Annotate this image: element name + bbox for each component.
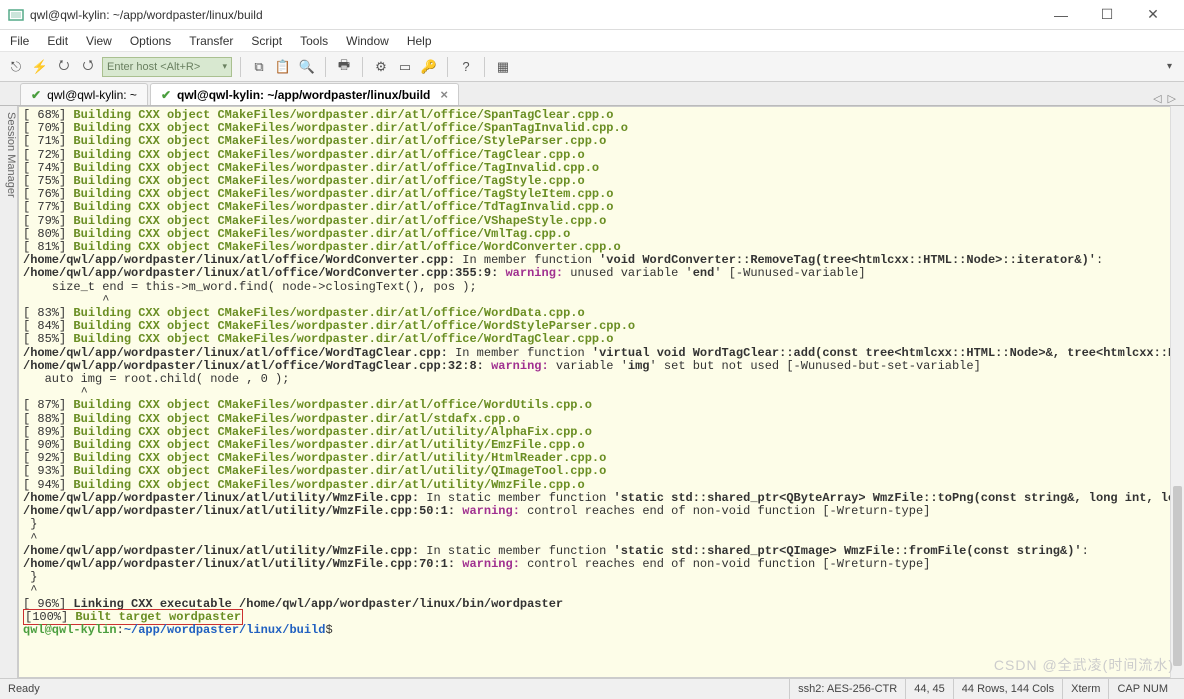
menu-transfer[interactable]: Transfer (189, 34, 233, 48)
tab-label: qwl@qwl-kylin: ~/app/wordpaster/linux/bu… (177, 88, 430, 102)
grid-icon[interactable]: ▦ (493, 57, 513, 77)
settings-icon[interactable]: ⚙ (371, 57, 391, 77)
watermark: CSDN @全武凌(时间流水) (994, 655, 1174, 675)
host-input[interactable]: Enter host <Alt+R> ▾ (102, 57, 232, 77)
statusbar: Ready ssh2: AES-256-CTR 44, 45 44 Rows, … (0, 678, 1184, 699)
status-size: 44 Rows, 144 Cols (953, 679, 1062, 699)
status-connection: ssh2: AES-256-CTR (789, 679, 905, 699)
app-icon (8, 7, 24, 23)
status-ready: Ready (8, 683, 789, 695)
tab-next-icon[interactable]: ▷ (1168, 92, 1176, 105)
menu-edit[interactable]: Edit (47, 34, 68, 48)
menubar: File Edit View Options Transfer Script T… (0, 30, 1184, 52)
check-icon: ✔ (161, 88, 171, 102)
tab-prev-icon[interactable]: ◁ (1153, 92, 1161, 105)
session-icon[interactable]: ▭ (395, 57, 415, 77)
tab-label: qwl@qwl-kylin: ~ (47, 88, 137, 102)
print-icon[interactable]: 🖶 (334, 57, 354, 77)
window-controls: — ☐ ✕ (1038, 0, 1176, 30)
close-button[interactable]: ✕ (1130, 0, 1176, 30)
reconnect-icon[interactable]: ⭮ (54, 57, 74, 77)
minimize-button[interactable]: — (1038, 0, 1084, 30)
disconnect-icon[interactable]: ⭯ (78, 57, 98, 77)
menu-view[interactable]: View (86, 34, 112, 48)
paste-icon[interactable]: 📋 (273, 57, 293, 77)
toolbar: ⎋ ⚡ ⭮ ⭯ Enter host <Alt+R>▾ ⧉ 📋 🔍 🖶 ⚙ ▭ … (0, 52, 1184, 82)
menu-file[interactable]: File (10, 34, 29, 48)
menu-script[interactable]: Script (251, 34, 282, 48)
help-icon[interactable]: ? (456, 57, 476, 77)
maximize-button[interactable]: ☐ (1084, 0, 1130, 30)
window-title: qwl@qwl-kylin: ~/app/wordpaster/linux/bu… (30, 8, 1038, 22)
scrollbar-thumb[interactable] (1173, 486, 1182, 666)
scrollbar[interactable] (1170, 106, 1184, 678)
close-tab-icon[interactable]: × (440, 87, 448, 102)
quick-connect-icon[interactable]: ⚡ (30, 57, 50, 77)
key-icon[interactable]: 🔑 (419, 57, 439, 77)
host-placeholder: Enter host <Alt+R> (107, 61, 200, 73)
status-term-type: Xterm (1062, 679, 1108, 699)
find-icon[interactable]: 🔍 (297, 57, 317, 77)
menu-help[interactable]: Help (407, 34, 432, 48)
titlebar: qwl@qwl-kylin: ~/app/wordpaster/linux/bu… (0, 0, 1184, 30)
status-cursor-pos: 44, 45 (905, 679, 953, 699)
menu-tools[interactable]: Tools (300, 34, 328, 48)
tab-session-2[interactable]: ✔ qwl@qwl-kylin: ~/app/wordpaster/linux/… (150, 83, 459, 105)
dropdown-icon[interactable]: ▾ (222, 61, 227, 72)
session-manager-panel[interactable]: Session Manager (0, 106, 18, 678)
copy-icon[interactable]: ⧉ (249, 57, 269, 77)
terminal-output[interactable]: [ 68%] Building CXX object CMakeFiles/wo… (18, 106, 1182, 678)
tabbar: ✔ qwl@qwl-kylin: ~ ✔ qwl@qwl-kylin: ~/ap… (0, 82, 1184, 106)
menu-options[interactable]: Options (130, 34, 171, 48)
menu-window[interactable]: Window (346, 34, 389, 48)
tab-session-1[interactable]: ✔ qwl@qwl-kylin: ~ (20, 83, 148, 105)
connect-icon[interactable]: ⎋ (6, 57, 26, 77)
status-caps: CAP NUM (1108, 679, 1176, 699)
toolbar-overflow[interactable]: ▾ (1167, 61, 1178, 72)
check-icon: ✔ (31, 88, 41, 102)
